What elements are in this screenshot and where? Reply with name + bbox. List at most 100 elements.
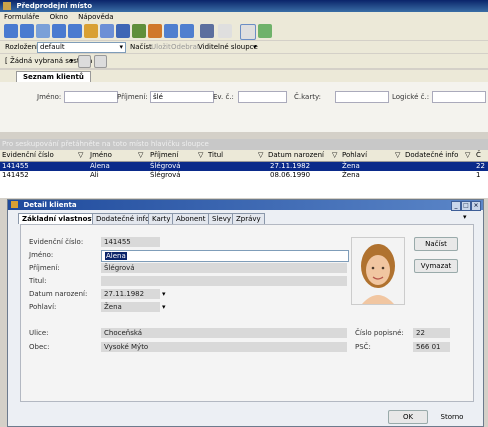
chevron-down-icon[interactable]: ▾ — [162, 289, 166, 299]
chevron-down-icon[interactable]: ▾ — [463, 213, 467, 221]
menu-napoveda[interactable]: Nápověda — [78, 13, 113, 21]
chevron-down-icon: ▾ — [119, 43, 123, 51]
first-name-field[interactable]: Alena — [101, 250, 349, 262]
layout-row: Rozložení: default ▾ Načíst Uložit Odebr… — [0, 41, 488, 53]
layout-select-value: default — [40, 43, 65, 51]
card-icon[interactable] — [52, 24, 66, 38]
tab-additional-info[interactable]: Dodatečné info — [92, 213, 154, 224]
chevron-down-icon[interactable]: ▾ — [162, 302, 166, 312]
last-name-field[interactable]: Šlégrová — [101, 263, 347, 273]
form-icon[interactable] — [68, 24, 82, 38]
toolbar — [0, 22, 488, 40]
ev-filter-input[interactable] — [238, 91, 287, 103]
refresh-icon[interactable] — [258, 24, 272, 38]
city-field[interactable]: Vysoké Mýto — [101, 342, 347, 352]
cell-first-name: Alena — [90, 162, 110, 170]
search-icon[interactable] — [240, 24, 256, 40]
filter-icon[interactable]: ▽ — [465, 150, 470, 161]
column-header[interactable]: Pohlaví — [342, 150, 367, 161]
column-header[interactable]: Dodatečné info — [405, 150, 458, 161]
tab-discounts[interactable]: Slevy — [208, 213, 235, 224]
maximize-icon[interactable]: □ — [461, 201, 471, 211]
logical-filter-input[interactable] — [432, 91, 486, 103]
tools-icon[interactable] — [180, 24, 194, 38]
cell-c: 1 — [476, 171, 481, 179]
load-photo-button[interactable]: Načíst — [414, 237, 458, 251]
cell-ev: 141452 — [2, 171, 29, 179]
last-name-label: Příjmení: — [29, 264, 60, 272]
print-icon[interactable] — [94, 55, 107, 68]
tab-basic-properties[interactable]: Základní vlastnosti — [18, 213, 102, 224]
filter-icon[interactable]: ▽ — [138, 150, 143, 161]
tab-messages[interactable]: Zprávy — [232, 213, 265, 224]
zip-label: PSČ: — [355, 343, 371, 351]
first-name-filter-input[interactable] — [64, 91, 118, 103]
settings-icon[interactable] — [218, 24, 232, 38]
table-row[interactable]: 141452 Ali Šlégrová 08.06.1990 Žena 1 — [0, 171, 488, 180]
tools-icon[interactable] — [132, 24, 146, 38]
visible-columns-button[interactable]: Viditelné sloupce — [198, 41, 258, 53]
book-icon[interactable] — [200, 24, 214, 38]
first-name-filter-label: Jméno: — [37, 93, 62, 101]
filter-icon[interactable]: ▽ — [258, 150, 263, 161]
cell-ev: 141455 — [2, 162, 29, 170]
last-name-filter-input[interactable]: šlé — [150, 91, 214, 103]
minimize-icon[interactable]: _ — [451, 201, 461, 211]
form-icon[interactable] — [20, 24, 34, 38]
person-icon[interactable] — [100, 24, 114, 38]
ev-field: 141455 — [101, 237, 160, 247]
ok-button[interactable]: OK — [388, 410, 428, 424]
save-layout-button[interactable]: Uložit — [151, 41, 171, 53]
cell-last-name: Šlégrová — [150, 171, 181, 179]
clear-photo-button[interactable]: Vymazat — [414, 259, 458, 273]
tab-cards[interactable]: Karty — [148, 213, 175, 224]
title-field[interactable] — [101, 276, 347, 286]
first-name-label: Jméno: — [29, 251, 54, 259]
filter-icon[interactable]: ▽ — [395, 150, 400, 161]
load-layout-button[interactable]: Načíst — [130, 41, 152, 53]
tab-subscriber[interactable]: Abonent — [172, 213, 210, 224]
card-filter-input[interactable] — [335, 91, 389, 103]
column-header[interactable]: Č — [476, 150, 481, 161]
client-photo — [351, 237, 405, 305]
grid-header: Evidenční číslo ▽ Jméno ▽ Příjmení ▽ Tit… — [0, 150, 488, 162]
menu-formulare[interactable]: Formuláře — [4, 13, 39, 21]
filter-icon[interactable]: ▽ — [332, 150, 337, 161]
column-header[interactable]: Datum narození — [268, 150, 324, 161]
dialog-title-bar: Detail klienta _ □ × — [8, 200, 483, 211]
house-number-field[interactable]: 22 — [413, 328, 450, 338]
cancel-button[interactable]: Storno — [432, 410, 472, 424]
layout-select[interactable]: default ▾ — [37, 42, 126, 53]
street-field[interactable]: Choceňská — [101, 328, 347, 338]
edit-icon[interactable] — [116, 24, 130, 38]
table-row[interactable]: 141455 Alena Šlégrová 27.11.1982 Žena 22 — [0, 162, 488, 171]
close-icon[interactable]: × — [471, 201, 481, 211]
basic-properties-panel: Evidenční číslo: 141455 Jméno: Alena Pří… — [20, 224, 474, 402]
dob-field[interactable]: 27.11.1982 — [101, 289, 160, 299]
ticket-icon[interactable] — [84, 24, 98, 38]
layout-label: Rozložení: — [5, 43, 41, 51]
ev-label: Evidenční číslo: — [29, 238, 84, 246]
dob-label: Datum narození: — [29, 290, 88, 298]
column-header[interactable]: Jméno — [90, 150, 112, 161]
print-preview-icon[interactable] — [78, 55, 91, 68]
title-label: Titul: — [29, 277, 47, 285]
cell-sex: Žena — [342, 171, 360, 179]
menu-okno[interactable]: Okno — [50, 13, 68, 21]
column-header[interactable]: Titul — [208, 150, 223, 161]
first-name-value: Alena — [105, 252, 127, 260]
form-icon[interactable] — [4, 24, 18, 38]
filter-icon[interactable]: ▽ — [198, 150, 203, 161]
column-header[interactable]: Příjmení — [150, 150, 178, 161]
sex-select[interactable]: Žena — [101, 302, 160, 312]
column-header[interactable]: Evidenční číslo — [2, 150, 54, 161]
tools-icon[interactable] — [164, 24, 178, 38]
filter-icon[interactable]: ▽ — [78, 150, 83, 161]
remove-layout-button[interactable]: Odebrat — [171, 41, 200, 53]
users-icon[interactable] — [36, 24, 50, 38]
zip-field[interactable]: 566 01 — [413, 342, 450, 352]
filter-panel: Jméno: Příjmení: šlé Ev. č.: Č.karty: Lo… — [0, 82, 488, 132]
app-title-bar: Předprodejní místo — [0, 0, 488, 12]
tools-icon[interactable] — [148, 24, 162, 38]
chevron-down-icon: ▾ — [253, 43, 257, 51]
